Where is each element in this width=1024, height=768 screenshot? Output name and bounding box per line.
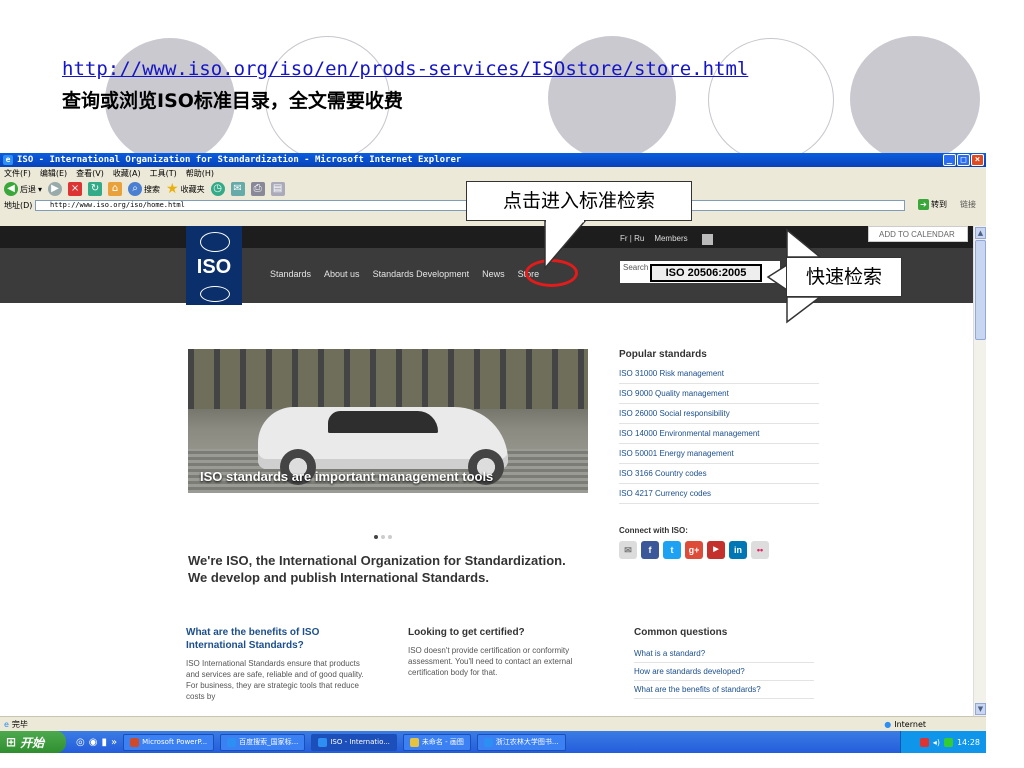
ie-icon: [483, 737, 493, 747]
task-label: Microsoft PowerP...: [142, 738, 208, 746]
quick-launch-more-icon[interactable]: »: [111, 737, 117, 748]
tray-app-icon[interactable]: [919, 737, 929, 747]
windows-logo-icon: ⊞: [6, 735, 17, 749]
task-label: 百度搜索_国家标...: [239, 738, 299, 746]
start-label: 开始: [20, 735, 45, 750]
task-label: ISO - Internatio...: [330, 738, 390, 746]
task-iso[interactable]: ISO - Internatio...: [311, 733, 397, 751]
quick-callout-pointer-left: [766, 263, 788, 292]
paint-icon: [409, 737, 419, 747]
quick-search-callout: 快速检索: [786, 257, 902, 297]
task-label: 浙江农林大学图书...: [495, 738, 559, 746]
quick-callout-pointer-up: [786, 228, 823, 258]
quick-launch-icon[interactable]: ◎: [76, 737, 85, 748]
callout-pointers: [544, 219, 823, 324]
slide: http://www.iso.org/iso/en/prods-services…: [0, 0, 1024, 768]
task-library[interactable]: 浙江农林大学图书...: [476, 733, 566, 751]
task-paint[interactable]: 未命名 - 画图: [402, 733, 471, 751]
quick-launch-icon[interactable]: ▮: [101, 737, 107, 748]
network-icon[interactable]: [943, 737, 953, 747]
ie-icon: [318, 737, 328, 747]
system-tray: ◂) 14:28: [900, 731, 986, 753]
quick-launch-icon[interactable]: ◉: [89, 737, 98, 748]
clock[interactable]: 14:28: [957, 738, 980, 747]
quick-launch: ◎ ◉ ▮ »: [76, 737, 117, 748]
volume-icon[interactable]: ◂): [933, 738, 940, 747]
store-callout-pointer: [544, 220, 587, 271]
task-label: 未命名 - 画图: [421, 738, 464, 746]
task-baidu[interactable]: 百度搜索_国家标...: [220, 733, 306, 751]
powerpoint-icon: [130, 737, 140, 747]
start-button[interactable]: ⊞ 开始: [0, 731, 66, 753]
windows-taskbar: ⊞ 开始 ◎ ◉ ▮ » Microsoft PowerP... 百度搜索_国家…: [0, 731, 986, 753]
quick-callout-pointer-down: [786, 296, 823, 324]
ie-icon: [227, 737, 237, 747]
task-powerpoint[interactable]: Microsoft PowerP...: [123, 733, 215, 751]
